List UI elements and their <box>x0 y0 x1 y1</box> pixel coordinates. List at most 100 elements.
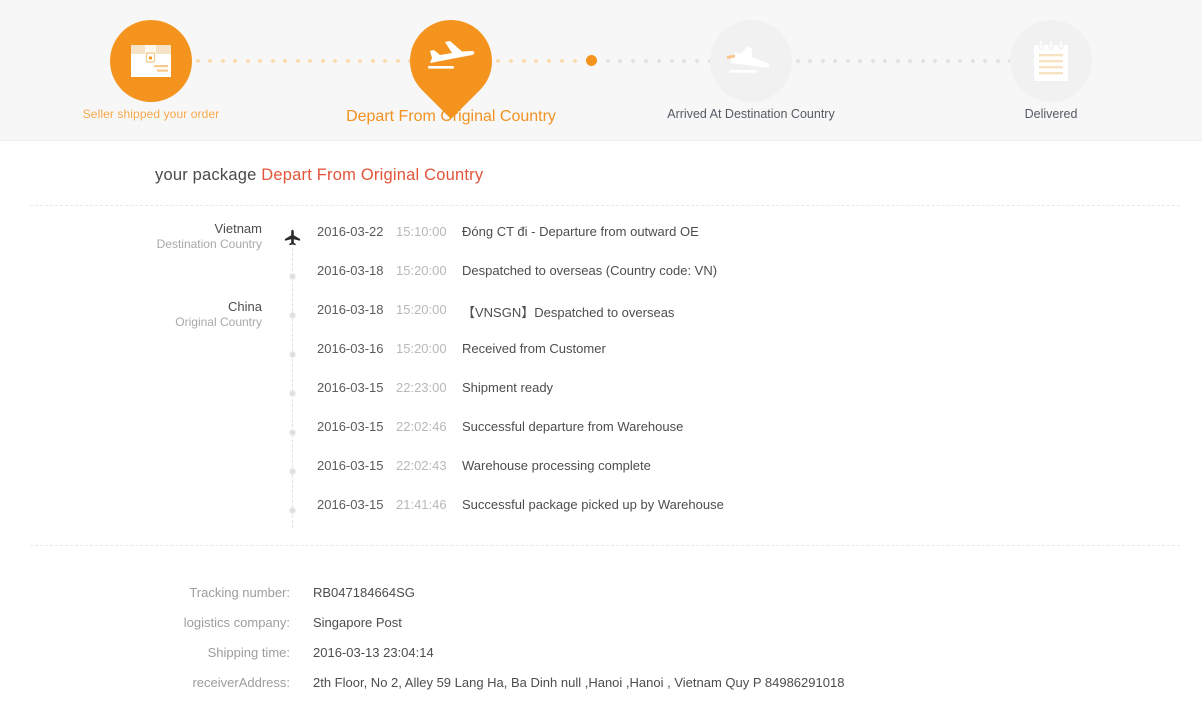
timeline-marker <box>284 424 301 441</box>
table-row: China Original Country 2016-03-18 15:20:… <box>0 300 1202 341</box>
connector-dot <box>308 58 313 63</box>
detail-row-tracking-number: Tracking number: RB047184664SG <box>0 585 1202 615</box>
stepper-step-seller-shipped[interactable]: Seller shipped your order <box>31 0 271 140</box>
timeline-date: 2016-03-16 <box>317 341 384 356</box>
timeline-date: 2016-03-15 <box>317 419 384 434</box>
timeline-description: Đóng CT đi - Departure from outward OE <box>462 224 699 239</box>
connector-dot <box>618 58 623 63</box>
step-label-depart-origin: Depart From Original Country <box>346 108 556 125</box>
timeline-marker <box>284 385 301 402</box>
stepper-step-depart-origin[interactable]: Depart From Original Country <box>331 0 571 140</box>
timeline-time: 22:02:46 <box>396 419 447 434</box>
page-title-prefix: your package <box>155 166 257 184</box>
connector-dot <box>295 58 300 63</box>
progress-cursor-dot <box>585 55 597 66</box>
stepper-step-arrived-destination[interactable]: Arrived At Destination Country <box>631 0 871 140</box>
detail-value-receiver-address: 2th Floor, No 2, Alley 59 Lang Ha, Ba Di… <box>313 675 845 690</box>
timeline-description: 【VNSGN】Despatched to overseas <box>462 305 675 320</box>
table-row: 2016-03-18 15:20:00 Despatched to overse… <box>0 263 1202 302</box>
page-title-status: Depart From Original Country <box>261 166 484 184</box>
country-role: Original Country <box>175 314 262 329</box>
step-icon-delivered <box>1010 20 1092 102</box>
table-row: Vietnam Destination Country 2016-03-22 1… <box>0 222 1202 263</box>
detail-row-shipping-time: Shipping time: 2016-03-13 23:04:14 <box>0 645 1202 675</box>
detail-row-logistics-company: logistics company: Singapore Post <box>0 615 1202 645</box>
airplane-icon <box>284 229 301 246</box>
timeline-country-destination: Vietnam Destination Country <box>32 222 262 250</box>
step-label-arrived-destination: Arrived At Destination Country <box>667 107 835 121</box>
detail-value-shipping-time: 2016-03-13 23:04:14 <box>313 645 434 660</box>
connector-dot <box>320 58 325 63</box>
timeline-description: Warehouse processing complete <box>462 458 651 473</box>
timeline-time: 15:20:00 <box>396 341 447 356</box>
timeline-description: Despatched to overseas (Country code: VN… <box>462 263 718 278</box>
package-box-icon <box>131 45 171 77</box>
tracking-timeline: Vietnam Destination Country 2016-03-22 1… <box>0 222 1202 536</box>
step-icon-depart-origin <box>393 3 509 119</box>
detail-label: Tracking number: <box>189 585 290 600</box>
timeline-dot-icon <box>289 468 296 475</box>
connector-dot <box>895 58 900 63</box>
timeline-time: 22:23:00 <box>396 380 447 395</box>
timeline-date: 2016-03-15 <box>317 497 384 512</box>
timeline-date: 2016-03-15 <box>317 380 384 395</box>
step-label-delivered: Delivered <box>1024 107 1078 121</box>
timeline-time: 15:10:00 <box>396 224 447 239</box>
shipment-details: Tracking number: RB047184664SG logistics… <box>0 585 1202 705</box>
airplane-takeoff-icon <box>428 41 475 69</box>
airplane-landing-icon <box>727 47 770 73</box>
timeline-dot-icon <box>289 273 296 280</box>
timeline-dot-icon <box>289 312 296 319</box>
step-icon-seller-shipped <box>110 20 192 102</box>
timeline-marker-airplane <box>284 229 301 246</box>
timeline-description: Successful departure from Warehouse <box>462 419 684 434</box>
detail-label: logistics company: <box>183 615 290 630</box>
detail-row-receiver-address: receiverAddress: 2th Floor, No 2, Alley … <box>0 675 1202 705</box>
timeline-marker <box>284 307 301 324</box>
timeline-marker <box>284 502 301 519</box>
timeline-marker <box>284 268 301 285</box>
timeline-date: 2016-03-18 <box>317 302 384 317</box>
timeline-marker <box>284 463 301 480</box>
table-row: 2016-03-15 21:41:46 Successful package p… <box>0 497 1202 536</box>
notepad-icon <box>1034 39 1068 81</box>
timeline-time: 15:20:00 <box>396 263 447 278</box>
connector-dot <box>920 58 925 63</box>
connector-dot <box>572 58 577 63</box>
divider-top <box>30 205 1180 206</box>
divider-bottom <box>30 545 1180 546</box>
page-title: your package Depart From Original Countr… <box>155 166 483 185</box>
timeline-dot-icon <box>289 429 296 436</box>
timeline-country-origin: China Original Country <box>32 300 262 328</box>
timeline-date: 2016-03-15 <box>317 458 384 473</box>
connector-dot <box>283 58 288 63</box>
connector-dot <box>270 58 275 63</box>
stepper-step-delivered[interactable]: Delivered <box>931 0 1171 140</box>
timeline-time: 22:02:43 <box>396 458 447 473</box>
country-name: China <box>228 299 262 314</box>
timeline-date: 2016-03-18 <box>317 263 384 278</box>
timeline-dot-icon <box>289 390 296 397</box>
step-label-seller-shipped: Seller shipped your order <box>82 107 220 121</box>
detail-label: Shipping time: <box>207 645 290 660</box>
table-row: 2016-03-15 22:02:43 Warehouse processing… <box>0 458 1202 497</box>
connector-dot <box>908 58 913 63</box>
timeline-description: Received from Customer <box>462 341 606 356</box>
country-name: Vietnam <box>214 221 262 236</box>
timeline-description: Successful package picked up by Warehous… <box>462 497 724 512</box>
timeline-time: 15:20:00 <box>396 302 447 317</box>
shipment-progress-stepper: Seller shipped your order Depart From Or… <box>0 0 1202 141</box>
timeline-marker <box>284 346 301 363</box>
table-row: 2016-03-16 15:20:00 Received from Custom… <box>0 341 1202 380</box>
timeline-time: 21:41:46 <box>396 497 447 512</box>
timeline-dot-icon <box>289 507 296 514</box>
country-role: Destination Country <box>156 236 262 251</box>
table-row: 2016-03-15 22:23:00 Shipment ready <box>0 380 1202 419</box>
step-icon-arrived-destination <box>710 20 792 102</box>
connector-dot <box>870 58 875 63</box>
table-row: 2016-03-15 22:02:46 Successful departure… <box>0 419 1202 458</box>
connector-dot <box>605 58 610 63</box>
detail-value-tracking-number: RB047184664SG <box>313 585 415 600</box>
timeline-dot-icon <box>289 351 296 358</box>
detail-label: receiverAddress: <box>192 675 290 690</box>
